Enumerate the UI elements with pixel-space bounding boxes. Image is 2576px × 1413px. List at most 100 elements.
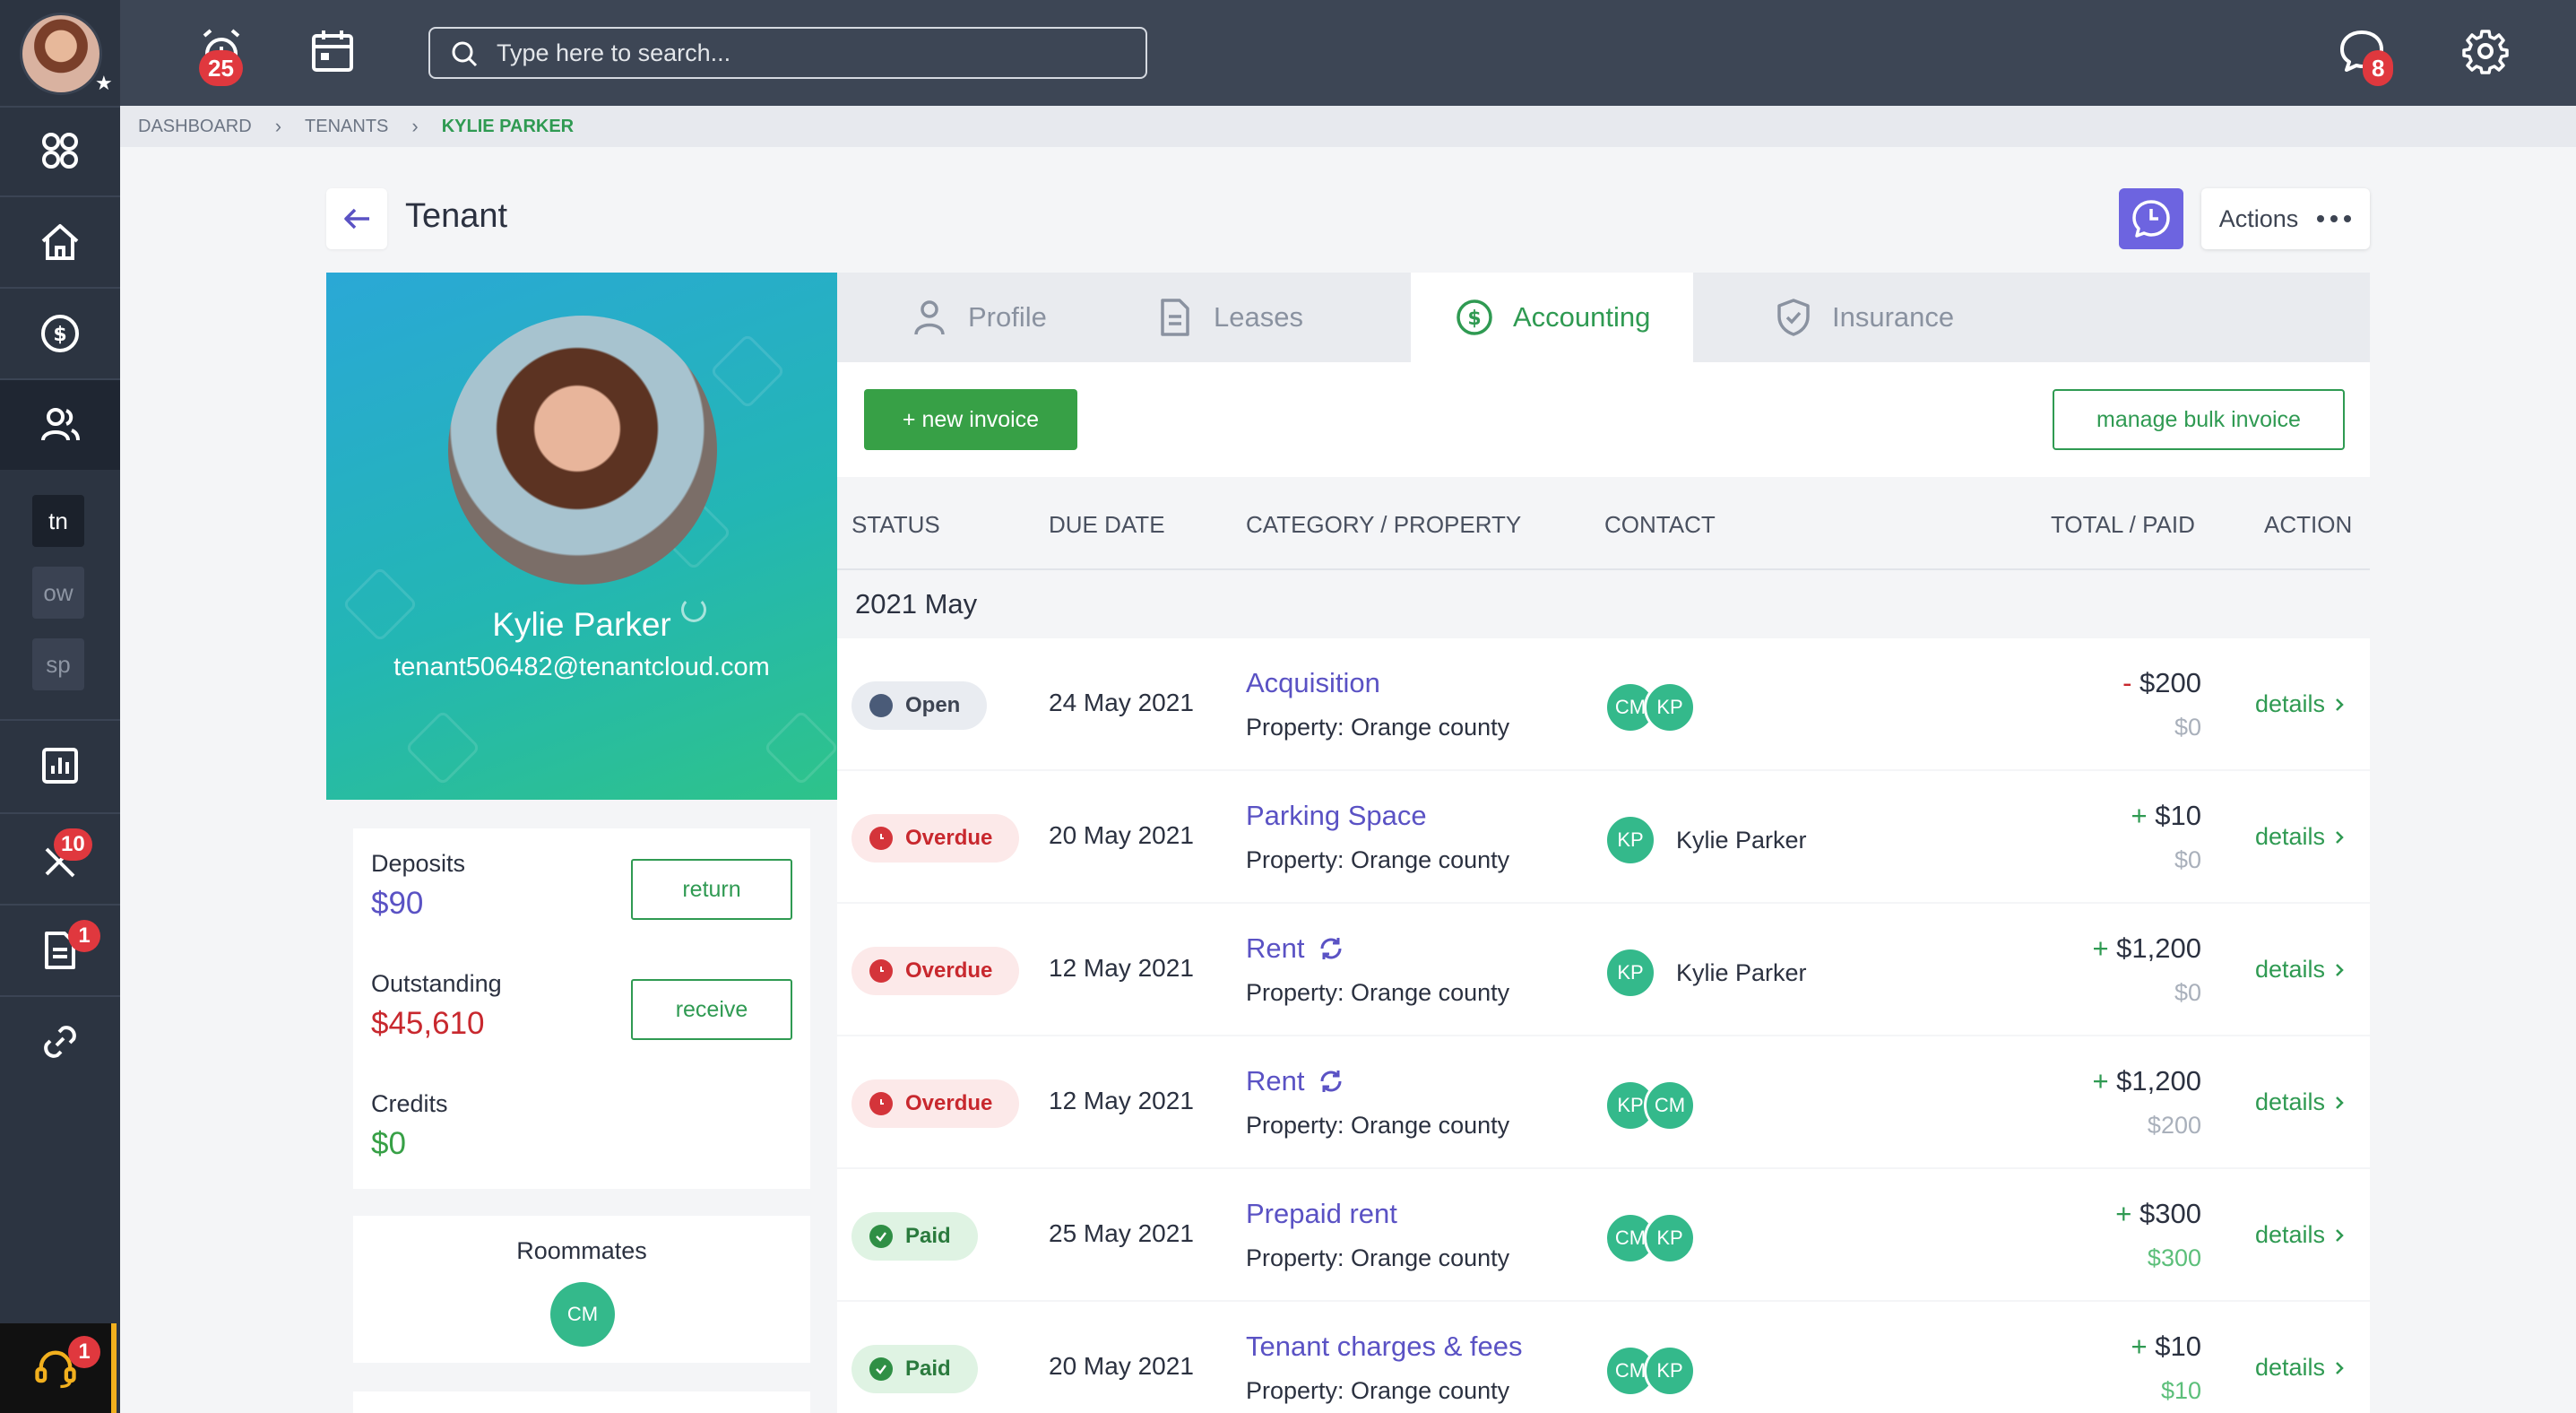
category-link[interactable]: Acquisition <box>1246 667 1380 699</box>
status-dot-icon <box>869 1092 893 1115</box>
due-date: 20 May 2021 <box>1049 821 1194 849</box>
category-link[interactable]: Tenant charges & fees <box>1246 1331 1522 1363</box>
paid-amount: $10 <box>2160 1377 2201 1404</box>
month-group-label: 2021 May <box>855 588 978 620</box>
category-name[interactable]: Parking Space <box>1246 800 1427 832</box>
history-button[interactable] <box>2119 188 2183 249</box>
sidebar-item-contacts[interactable] <box>0 380 120 470</box>
support-button[interactable]: 1 <box>0 1323 117 1413</box>
calendar-icon[interactable] <box>308 27 357 75</box>
due-date: 12 May 2021 <box>1049 954 1194 982</box>
sidebar-item-dashboard[interactable] <box>0 106 120 195</box>
details-label[interactable]: details <box>2255 1088 2325 1116</box>
amount-sign: - <box>2122 667 2132 698</box>
sidebar-item-maintenance[interactable]: 10 <box>0 814 120 904</box>
breadcrumb-tenants[interactable]: TENANTS <box>305 117 388 137</box>
category-name[interactable]: Acquisition <box>1246 667 1380 699</box>
details-link[interactable]: details <box>2255 823 2345 851</box>
table-row[interactable]: Overdue 12 May 2021 Rent Property: Orang… <box>837 1036 2370 1167</box>
sidebar-item-reports[interactable] <box>0 721 120 811</box>
contact-avatar[interactable]: KP <box>1644 681 1696 733</box>
arrow-left-icon <box>344 208 369 230</box>
details-link[interactable]: details <box>2255 1354 2345 1382</box>
category-link[interactable]: Rent <box>1246 1065 1345 1097</box>
status-dot-icon <box>869 1357 893 1381</box>
new-invoice-button[interactable]: + new invoice <box>864 389 1077 450</box>
details-link[interactable]: details <box>2255 956 2345 984</box>
header-category[interactable]: CATEGORY / PROPERTY <box>1246 511 1521 539</box>
top-bar: 25 8 <box>120 0 2576 106</box>
status-text: Open <box>905 693 961 717</box>
details-link[interactable]: details <box>2255 1221 2345 1249</box>
category-name[interactable]: Tenant charges & fees <box>1246 1331 1522 1363</box>
actions-button[interactable]: Actions <box>2201 188 2370 249</box>
sidebar-tag-ow[interactable]: ow <box>32 567 84 619</box>
header-status[interactable]: STATUS <box>851 511 940 539</box>
sidebar-tag-tn[interactable]: tn <box>32 495 84 547</box>
total-amount: + $10 <box>2131 1331 2201 1363</box>
table-row[interactable]: Open 24 May 2021 Acquisition Property: O… <box>837 638 2370 769</box>
table-header: STATUS DUE DATE CATEGORY / PROPERTY CONT… <box>837 477 2370 570</box>
header-due-date[interactable]: DUE DATE <box>1049 511 1165 539</box>
header-total-paid[interactable]: TOTAL / PAID <box>2051 511 2195 539</box>
table-row[interactable]: Overdue 20 May 2021 Parking Space Proper… <box>837 771 2370 902</box>
category-link[interactable]: Parking Space <box>1246 800 1427 832</box>
roommate-avatar[interactable]: CM <box>550 1282 615 1347</box>
category-name[interactable]: Rent <box>1246 932 1304 965</box>
table-row[interactable]: Paid 20 May 2021 Tenant charges & fees P… <box>837 1302 2370 1413</box>
receive-button[interactable]: receive <box>631 979 792 1040</box>
total-value: $1,200 <box>2116 932 2201 964</box>
sidebar-item-documents[interactable]: 1 <box>0 906 120 995</box>
invoice-toolbar: + new invoice manage bulk invoice <box>837 362 2370 477</box>
chevron-right-icon <box>2336 1096 2344 1109</box>
due-date: 20 May 2021 <box>1049 1352 1194 1380</box>
category-link[interactable]: Prepaid rent <box>1246 1198 1397 1230</box>
manage-bulk-invoice-button[interactable]: manage bulk invoice <box>2053 389 2345 450</box>
tab-accounting[interactable]: $ Accounting <box>1411 273 1694 362</box>
sidebar-item-properties[interactable] <box>0 197 120 287</box>
breadcrumb-dashboard[interactable]: DASHBOARD <box>138 117 252 137</box>
contact-avatar[interactable]: KP <box>1604 947 1656 999</box>
details-label[interactable]: details <box>2255 1354 2325 1382</box>
table-row[interactable]: Overdue 12 May 2021 Rent Property: Orang… <box>837 904 2370 1035</box>
search-input[interactable] <box>497 39 1106 67</box>
status-dot-icon <box>869 827 893 850</box>
details-label[interactable]: details <box>2255 1221 2325 1249</box>
check-icon <box>876 1365 886 1374</box>
sidebar-item-accounting[interactable]: $ <box>0 289 120 378</box>
details-label[interactable]: details <box>2255 956 2325 984</box>
contact-name[interactable]: Kylie Parker <box>1676 827 1807 854</box>
next-card <box>353 1391 810 1413</box>
details-link[interactable]: details <box>2255 1088 2345 1116</box>
tab-profile[interactable]: Profile <box>866 273 1090 362</box>
tab-leases[interactable]: Leases <box>1111 273 1346 362</box>
details-label[interactable]: details <box>2255 823 2325 851</box>
category-name[interactable]: Prepaid rent <box>1246 1198 1397 1230</box>
contact-avatar[interactable]: KP <box>1604 814 1656 866</box>
details-label[interactable]: details <box>2255 690 2325 718</box>
property-text: Property: Orange county <box>1246 846 1510 873</box>
tab-insurance[interactable]: Insurance <box>1730 273 1997 362</box>
header-contact[interactable]: CONTACT <box>1604 511 1716 539</box>
status-badge: Open <box>851 681 988 730</box>
sidebar-item-integrations[interactable] <box>0 997 120 1087</box>
contact-avatar[interactable]: CM <box>1644 1079 1696 1131</box>
contact-name[interactable]: Kylie Parker <box>1676 959 1807 987</box>
total-value: $1,200 <box>2116 1065 2201 1097</box>
category-link[interactable]: Rent <box>1246 932 1345 965</box>
contact-avatar[interactable]: KP <box>1644 1212 1696 1264</box>
sidebar-tag-sp[interactable]: sp <box>32 638 84 690</box>
search-icon <box>452 41 478 67</box>
back-button[interactable] <box>326 188 387 249</box>
gear-icon[interactable] <box>2461 27 2510 75</box>
header-action: ACTION <box>2264 511 2353 538</box>
table-row[interactable]: Paid 25 May 2021 Prepaid rent Property: … <box>837 1169 2370 1300</box>
breadcrumb: DASHBOARD › TENANTS › KYLIE PARKER <box>120 106 2576 147</box>
category-name[interactable]: Rent <box>1246 1065 1304 1097</box>
return-button[interactable]: return <box>631 859 792 920</box>
contact-avatar[interactable]: KP <box>1644 1345 1696 1397</box>
contact-cell: KP CM <box>1604 1079 1696 1131</box>
user-avatar[interactable] <box>20 13 102 95</box>
chevron-right-icon <box>2336 1228 2344 1242</box>
details-link[interactable]: details <box>2255 690 2345 718</box>
